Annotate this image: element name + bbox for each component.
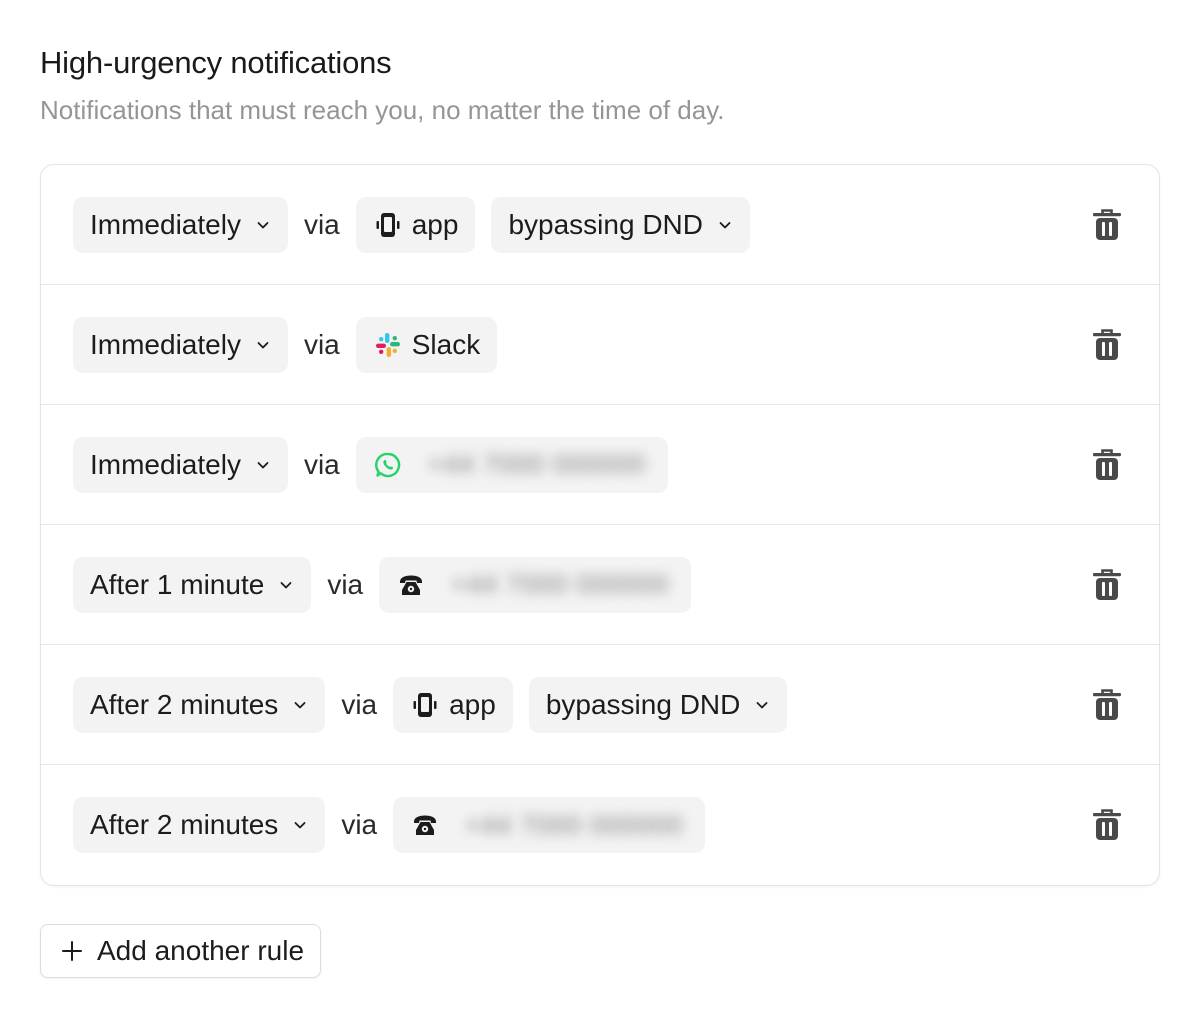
phone-icon (414, 815, 437, 835)
via-label: via (303, 448, 340, 480)
via-label: via (341, 688, 378, 720)
rule-row: Immediately via Slack (41, 285, 1159, 405)
redacted-phone-number: +44 7000 000000 (465, 809, 684, 840)
via-label: via (327, 568, 364, 600)
section-title: High-urgency notifications (40, 45, 392, 80)
channel-chip[interactable]: Slack (355, 316, 498, 373)
plus-icon (62, 941, 82, 961)
delay-dropdown[interactable]: After 2 minutes (73, 797, 326, 853)
chevron-down-icon (719, 221, 731, 228)
trash-icon[interactable] (1091, 328, 1123, 362)
channel-chip[interactable]: +44 7000 000000 (393, 797, 706, 853)
add-rule-button[interactable]: Add another rule (40, 924, 322, 978)
trash-icon[interactable] (1091, 568, 1123, 602)
add-rule-label: Add another rule (97, 935, 305, 966)
channel-label: app (411, 208, 459, 240)
rule-row: Immediately via +44 7000 000000 (41, 405, 1159, 525)
whatsapp-icon (374, 452, 400, 477)
via-label: via (303, 208, 340, 240)
channel-chip[interactable]: app (355, 196, 476, 253)
channel-label: Slack (411, 328, 481, 360)
channel-chip[interactable]: +44 7000 000000 (355, 436, 668, 493)
trash-icon[interactable] (1091, 808, 1123, 842)
section-subtitle: Notifications that must reach you, no ma… (40, 95, 725, 125)
delay-dropdown[interactable]: Immediately (73, 316, 288, 373)
chevron-down-icon (257, 221, 269, 228)
mobile-app-icon (413, 692, 437, 717)
delay-value: Immediately (90, 448, 241, 480)
dnd-dropdown[interactable]: bypassing DND (491, 196, 750, 253)
rules-list: Immediately via app bypassing DND Immedi… (40, 164, 1160, 886)
delay-value: Immediately (90, 208, 241, 240)
delay-dropdown[interactable]: Immediately (73, 436, 288, 493)
delay-value: Immediately (90, 328, 241, 360)
rule-row: Immediately via app bypassing DND (41, 165, 1159, 285)
chevron-down-icon (280, 581, 292, 588)
mobile-app-icon (376, 212, 400, 237)
phone-icon (400, 575, 423, 595)
chevron-down-icon (257, 341, 269, 348)
trash-icon[interactable] (1091, 448, 1123, 482)
dnd-value: bypassing DND (508, 208, 703, 240)
trash-icon[interactable] (1091, 688, 1123, 722)
delay-value: After 2 minutes (90, 688, 279, 720)
chevron-down-icon (756, 701, 768, 708)
slack-icon (375, 332, 400, 357)
delay-dropdown[interactable]: After 1 minute (73, 556, 312, 613)
channel-chip[interactable]: +44 7000 000000 (379, 556, 692, 613)
trash-icon[interactable] (1091, 208, 1123, 242)
chevron-down-icon (294, 701, 306, 708)
rule-row: After 2 minutes via app bypassing DND (41, 645, 1159, 765)
channel-label: app (449, 688, 496, 720)
delay-value: After 2 minutes (90, 809, 279, 840)
high-urgency-notifications-section: High-urgency notifications Notifications… (40, 40, 1160, 978)
redacted-phone-number: +44 7000 000000 (427, 449, 646, 479)
redacted-phone-number: +44 7000 000000 (451, 569, 670, 599)
dnd-dropdown[interactable]: bypassing DND (528, 676, 788, 733)
delay-value: After 1 minute (90, 568, 265, 600)
dnd-value: bypassing DND (545, 688, 741, 720)
rule-row: After 1 minute via +44 7000 000000 (41, 525, 1159, 645)
delay-dropdown[interactable]: Immediately (73, 196, 288, 253)
chevron-down-icon (294, 822, 306, 829)
via-label: via (303, 328, 340, 360)
delay-dropdown[interactable]: After 2 minutes (73, 676, 326, 733)
channel-chip[interactable]: app (393, 676, 513, 733)
rule-row: After 2 minutes via +44 7000 000000 (41, 765, 1159, 885)
via-label: via (341, 809, 378, 840)
chevron-down-icon (257, 461, 269, 468)
